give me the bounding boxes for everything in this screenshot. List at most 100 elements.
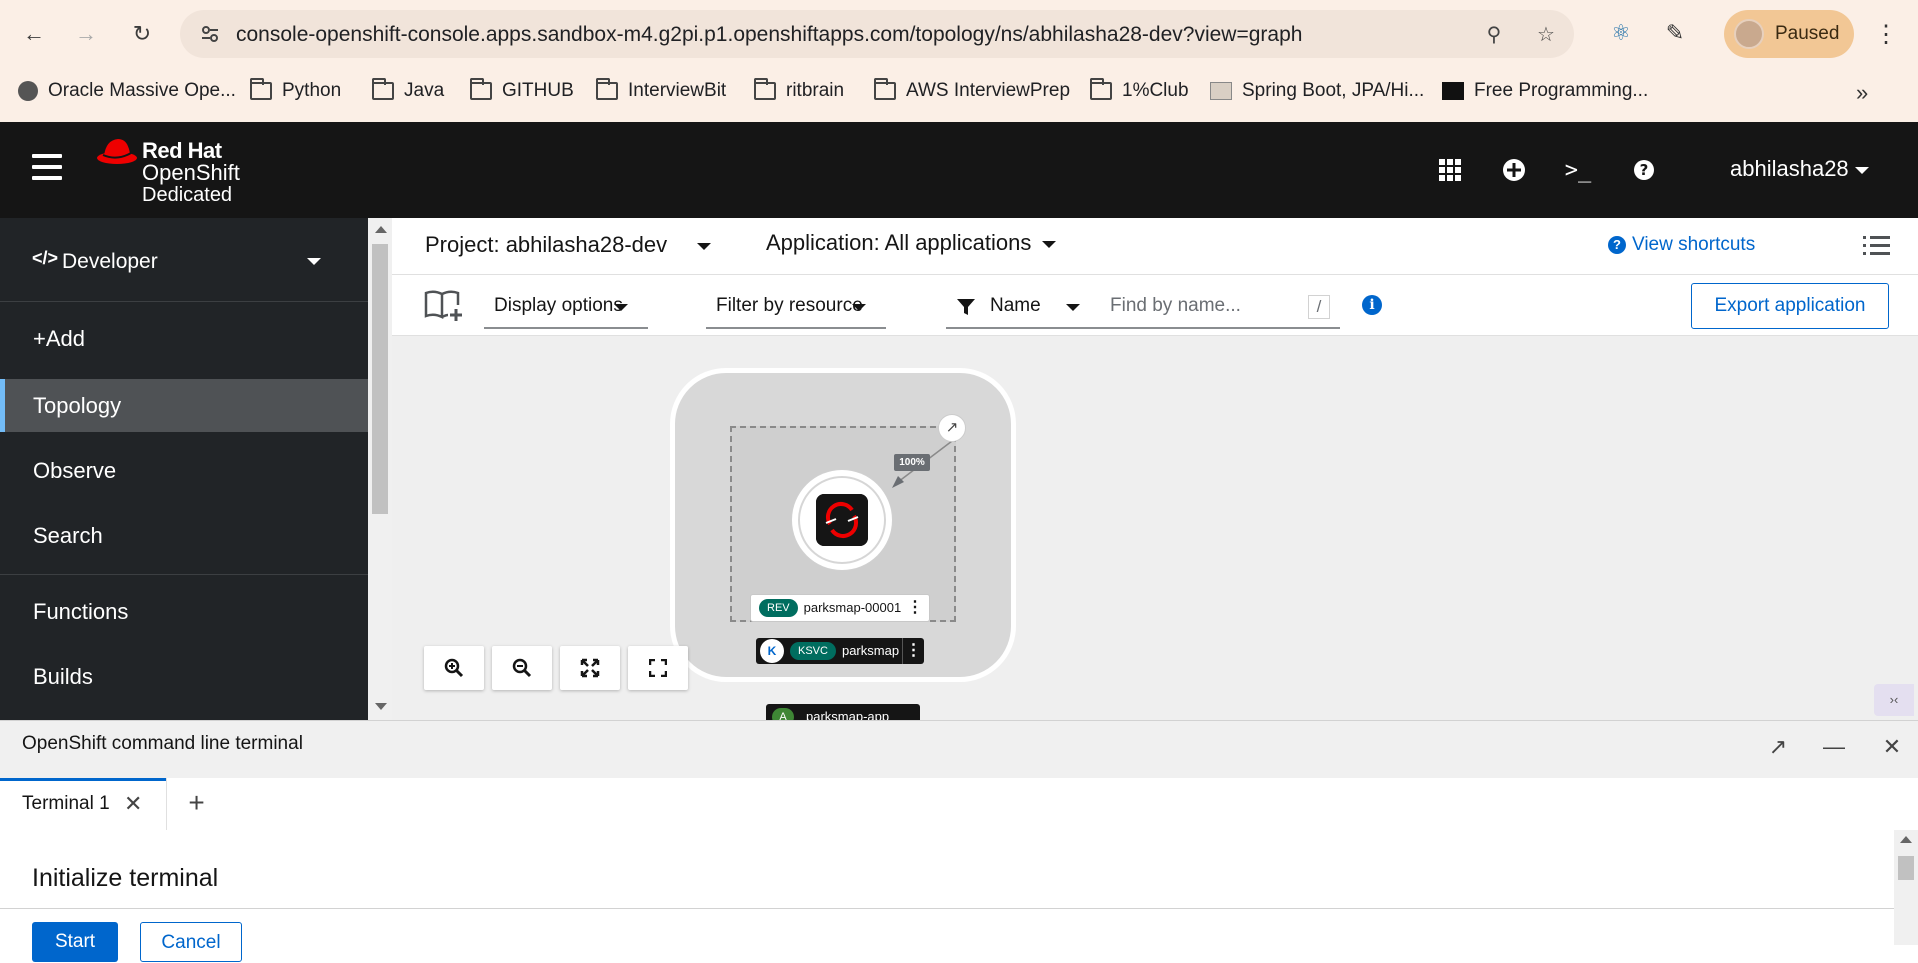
bookmark-item[interactable]: ritbrain bbox=[754, 76, 844, 106]
bookmark-item[interactable]: 1%Club bbox=[1090, 76, 1189, 106]
avatar bbox=[1734, 19, 1764, 49]
browser-menu-icon[interactable]: ⋮ bbox=[1874, 20, 1898, 49]
forward-icon[interactable]: → bbox=[68, 16, 104, 52]
kebab-icon[interactable]: ⋮ bbox=[902, 638, 924, 664]
close-icon[interactable]: ✕ bbox=[1878, 733, 1906, 761]
react-devtools-icon[interactable]: ⚛ bbox=[1606, 18, 1636, 48]
user-menu[interactable]: abhilasha28 bbox=[1730, 156, 1869, 182]
site-settings-icon[interactable] bbox=[198, 22, 222, 46]
sidebar-item-add[interactable]: +Add bbox=[0, 312, 368, 365]
terminal-icon[interactable]: >_ bbox=[1560, 152, 1596, 188]
info-icon[interactable]: i bbox=[1362, 295, 1382, 315]
address-bar[interactable]: console-openshift-console.apps.sandbox-m… bbox=[180, 10, 1574, 58]
chevron-down-icon bbox=[1066, 304, 1080, 311]
bookmark-label: AWS InterviewPrep bbox=[906, 80, 1071, 101]
bookmark-item[interactable]: Oracle Massive Ope... bbox=[18, 76, 236, 106]
display-options-dropdown[interactable]: Display options bbox=[484, 285, 648, 329]
sidebar-item-search[interactable]: Search bbox=[0, 509, 368, 562]
perspective-label: Developer bbox=[62, 250, 158, 273]
bookmark-item[interactable]: Python bbox=[250, 76, 341, 106]
scroll-up-icon[interactable] bbox=[1900, 836, 1912, 843]
sidebar-item-functions[interactable]: Functions bbox=[0, 585, 368, 638]
terminal-drawer: OpenShift command line terminal ↗ — ✕ Te… bbox=[0, 720, 1918, 962]
chevron-down-icon bbox=[852, 304, 866, 311]
reload-icon[interactable]: ↻ bbox=[124, 16, 160, 52]
kebab-icon[interactable]: ⋮ bbox=[907, 595, 923, 621]
app-launcher-icon[interactable] bbox=[1432, 152, 1468, 188]
svg-text:?: ? bbox=[1640, 161, 1649, 179]
cancel-button[interactable]: Cancel bbox=[140, 922, 242, 962]
view-shortcuts-label: View shortcuts bbox=[1632, 234, 1756, 255]
more-bookmarks-icon[interactable]: » bbox=[1856, 80, 1868, 106]
globe-icon bbox=[18, 81, 38, 101]
revision-label[interactable]: REV parksmap-00001 ⋮ bbox=[750, 594, 930, 622]
application-selector[interactable]: Application: All applications bbox=[766, 230, 1056, 256]
perspective-switcher[interactable]: </> Developer bbox=[0, 218, 368, 302]
topology-canvas[interactable]: ↗ 100% REV parksmap-00001 ⋮ K KSVC parksma… bbox=[392, 336, 1918, 720]
sidebar-item-observe[interactable]: Observe bbox=[0, 444, 368, 497]
bookmark-item[interactable]: Java bbox=[372, 76, 444, 106]
start-button[interactable]: Start bbox=[32, 922, 118, 962]
back-icon[interactable]: ← bbox=[16, 16, 52, 52]
fit-to-screen-button[interactable] bbox=[560, 646, 620, 690]
topology-toolbar: Display options Filter by resource Name … bbox=[392, 274, 1918, 336]
app-badge: A bbox=[772, 708, 794, 720]
help-icon[interactable]: ? bbox=[1626, 152, 1662, 188]
side-panel-toggle-icon[interactable]: ›‹ bbox=[1874, 684, 1914, 716]
add-to-project-icon[interactable] bbox=[424, 289, 464, 323]
bookmark-item[interactable]: Free Programming... bbox=[1442, 76, 1648, 106]
tab-terminal-1[interactable]: Terminal 1 ✕ bbox=[0, 778, 166, 830]
add-tab-button[interactable]: + bbox=[166, 778, 226, 830]
zoom-in-button[interactable] bbox=[424, 646, 484, 690]
open-url-icon[interactable]: ↗ bbox=[938, 414, 966, 442]
bookmark-label: Python bbox=[282, 80, 342, 101]
extensions-icon[interactable]: ✎ bbox=[1660, 18, 1690, 48]
bookmark-item[interactable]: InterviewBit bbox=[596, 76, 726, 106]
filter-by-resource-dropdown[interactable]: Filter by resource bbox=[706, 285, 886, 329]
scroll-up-icon[interactable] bbox=[375, 226, 387, 233]
brand-logo[interactable]: Red Hat OpenShift Dedicated bbox=[142, 140, 240, 207]
application-label: Application: All applications bbox=[766, 230, 1032, 255]
bookmark-label: InterviewBit bbox=[628, 80, 727, 101]
service-label[interactable]: K KSVC parksmap ⋮ bbox=[756, 638, 924, 664]
project-label: Project: abhilasha28-dev bbox=[425, 232, 668, 257]
find-by-name-input[interactable]: Find by name... / bbox=[1100, 285, 1340, 329]
quick-create-icon[interactable] bbox=[1496, 152, 1532, 188]
filter-type-dropdown[interactable]: Name bbox=[946, 285, 1100, 329]
terminal-scrollbar[interactable] bbox=[1894, 830, 1918, 945]
hamburger-menu-icon[interactable] bbox=[32, 154, 62, 180]
zoom-search-icon[interactable]: ⚲ bbox=[1482, 22, 1506, 46]
redhat-logo-icon bbox=[97, 139, 137, 164]
bookmark-item[interactable]: Spring Boot, JPA/Hi... bbox=[1210, 76, 1424, 106]
zoom-in-icon bbox=[444, 658, 464, 678]
bookmark-star-icon[interactable]: ☆ bbox=[1534, 22, 1558, 46]
sidebar-scrollbar-thumb[interactable] bbox=[372, 244, 388, 514]
divider bbox=[0, 908, 1894, 909]
bookmark-item[interactable]: AWS InterviewPrep bbox=[874, 76, 1070, 106]
list-view-icon[interactable] bbox=[1863, 236, 1890, 258]
folder-icon bbox=[470, 78, 492, 100]
close-tab-icon[interactable]: ✕ bbox=[124, 781, 142, 827]
project-selector[interactable]: Project: abhilasha28-dev bbox=[425, 232, 712, 258]
sidebar-item-builds[interactable]: Builds bbox=[0, 650, 368, 703]
url-text[interactable]: console-openshift-console.apps.sandbox-m… bbox=[236, 23, 1302, 47]
terminal-tabs: Terminal 1 ✕ + bbox=[0, 778, 1918, 830]
site-icon bbox=[1442, 82, 1464, 100]
profile-button[interactable]: Paused bbox=[1724, 10, 1854, 58]
application-label-chip[interactable]: A parksmap-app bbox=[766, 704, 920, 720]
open-in-new-window-icon[interactable]: ↗ bbox=[1764, 733, 1792, 761]
minimize-icon[interactable]: — bbox=[1820, 733, 1848, 761]
scroll-down-icon[interactable] bbox=[375, 703, 387, 710]
zoom-out-button[interactable] bbox=[492, 646, 552, 690]
folder-icon bbox=[754, 78, 776, 100]
traffic-percent-label: 100% bbox=[894, 454, 930, 471]
reset-view-button[interactable] bbox=[628, 646, 688, 690]
terminal-scrollbar-thumb[interactable] bbox=[1898, 856, 1914, 880]
folder-icon bbox=[372, 78, 394, 100]
export-application-button[interactable]: Export application bbox=[1691, 283, 1889, 329]
bookmark-item[interactable]: GITHUB bbox=[470, 76, 574, 106]
bookmark-label: ritbrain bbox=[786, 80, 845, 101]
view-shortcuts-link[interactable]: ? View shortcuts bbox=[1608, 234, 1755, 256]
sidebar-item-topology[interactable]: Topology bbox=[0, 379, 368, 432]
sidebar: </> Developer +Add Topology Observe Sear… bbox=[0, 218, 368, 720]
